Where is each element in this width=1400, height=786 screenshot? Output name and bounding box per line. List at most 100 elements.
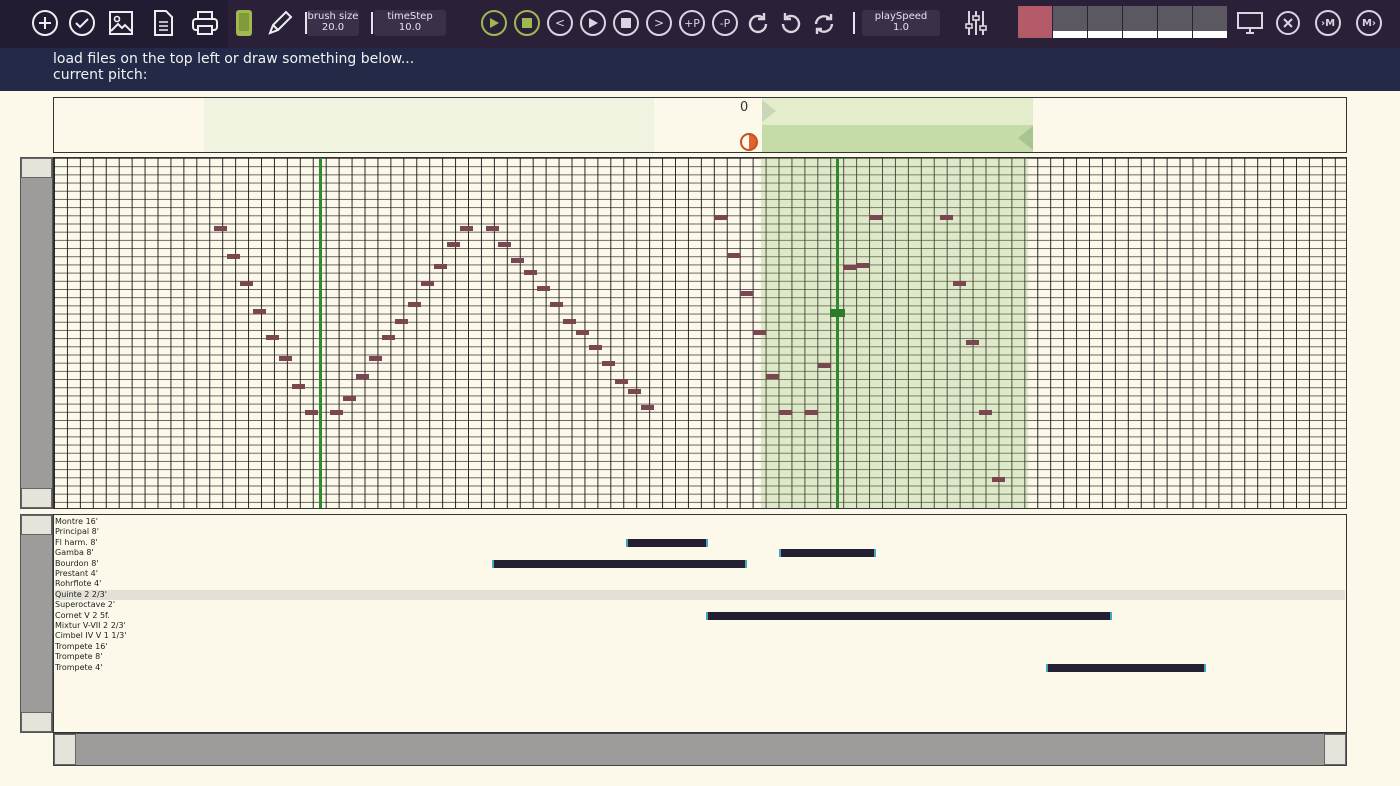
register-bar[interactable] (1046, 663, 1207, 672)
midi-out-button[interactable]: M › (1356, 10, 1382, 36)
note[interactable] (304, 410, 318, 415)
scroll-left-button[interactable] (54, 734, 76, 765)
redo-icon[interactable] (743, 9, 773, 39)
register-bar[interactable] (706, 611, 1113, 620)
brush-size-field[interactable]: brush size (307, 10, 359, 36)
note[interactable] (966, 340, 980, 345)
note[interactable] (214, 226, 228, 232)
register-row[interactable]: Montre 16' (55, 517, 1345, 527)
metronome-icon[interactable] (740, 133, 758, 151)
note[interactable] (356, 373, 370, 379)
note[interactable] (765, 373, 779, 379)
palette-slot-active[interactable] (1018, 6, 1052, 38)
note[interactable] (433, 264, 447, 270)
note[interactable] (714, 215, 728, 221)
note[interactable] (278, 355, 292, 361)
note[interactable] (940, 215, 954, 221)
register-row[interactable]: Principal 8' (55, 527, 1345, 537)
register-bar[interactable] (626, 538, 708, 547)
time-step-input[interactable] (374, 22, 446, 33)
register-row[interactable]: Gamba 8' (55, 548, 1345, 558)
register-row[interactable]: Quinte 2 2/3' (55, 589, 1345, 601)
note[interactable] (252, 308, 266, 314)
palette-slot[interactable] (1193, 6, 1227, 38)
horizontal-scrollbar[interactable] (53, 733, 1347, 766)
note[interactable] (614, 378, 628, 384)
note[interactable] (291, 383, 305, 389)
print-icon[interactable] (190, 8, 220, 38)
note[interactable] (511, 258, 525, 264)
play-speed-field[interactable]: playSpeed (862, 10, 940, 36)
brush-size-input[interactable] (307, 22, 359, 33)
note[interactable] (588, 345, 602, 351)
selection-region[interactable] (760, 158, 1029, 508)
time-step-field[interactable]: timeStep (374, 10, 446, 36)
note[interactable] (395, 319, 409, 324)
note[interactable] (550, 301, 564, 307)
check-icon[interactable] (67, 8, 97, 38)
play-speed-input[interactable] (862, 22, 940, 33)
note[interactable] (817, 362, 831, 368)
pencil-icon[interactable] (265, 8, 295, 38)
stop-button[interactable] (613, 10, 639, 36)
register-scrollbar[interactable] (20, 514, 53, 733)
note[interactable] (640, 404, 654, 410)
register-bar[interactable] (491, 559, 747, 568)
scroll-right-button[interactable] (1324, 734, 1346, 765)
palette-slot[interactable] (1053, 6, 1087, 38)
register-row[interactable]: Prestant 4' (55, 569, 1345, 579)
palette-slot[interactable] (1123, 6, 1157, 38)
add-icon[interactable] (30, 8, 60, 38)
note[interactable] (382, 334, 396, 340)
overview-timeline[interactable]: 0 (53, 97, 1347, 153)
next-button[interactable]: > (646, 10, 672, 36)
note[interactable] (727, 253, 741, 259)
note[interactable] (343, 396, 357, 401)
note[interactable] (627, 389, 641, 394)
note[interactable] (869, 215, 883, 221)
palette-slot[interactable] (1088, 6, 1122, 38)
note[interactable] (979, 410, 993, 415)
note[interactable] (843, 264, 857, 270)
note[interactable] (485, 226, 499, 232)
note[interactable] (752, 329, 766, 335)
note[interactable] (856, 263, 870, 268)
register-row[interactable]: Rohrflote 4' (55, 579, 1345, 589)
register-scroll-up-button[interactable] (21, 515, 52, 535)
note[interactable] (524, 270, 538, 275)
record-stop-button[interactable] (514, 10, 540, 36)
overview-range-active[interactable] (762, 125, 1033, 152)
note[interactable] (575, 329, 589, 335)
image-icon[interactable] (106, 8, 136, 38)
remove-pattern-button[interactable]: -P (712, 10, 738, 36)
register-scroll-down-button[interactable] (21, 712, 52, 732)
note[interactable] (563, 319, 577, 324)
close-icon[interactable] (1273, 8, 1303, 38)
register-bar[interactable] (778, 549, 876, 558)
note[interactable] (778, 410, 792, 415)
note[interactable] (227, 254, 241, 260)
playhead-line[interactable] (835, 158, 839, 508)
register-row[interactable]: Cimbel IV V 1 1/3' (55, 631, 1345, 641)
note[interactable] (369, 355, 383, 361)
scroll-up-button[interactable] (21, 158, 52, 178)
register-lanes[interactable]: Montre 16' Principal 8' Fl harm. 8' Gamba 8… (53, 514, 1347, 733)
note[interactable] (953, 280, 967, 286)
note[interactable] (740, 291, 754, 296)
playhead-line[interactable] (318, 158, 322, 508)
start-marker-icon[interactable] (762, 100, 776, 122)
register-row[interactable]: Superoctave 2' (55, 600, 1345, 610)
register-row[interactable]: Cornet V 2 5f. (55, 611, 1345, 621)
previous-button[interactable]: < (547, 10, 573, 36)
palette-slot[interactable] (1158, 6, 1192, 38)
note[interactable] (601, 361, 615, 366)
note[interactable] (265, 334, 279, 340)
mixer-sliders-icon[interactable] (961, 8, 991, 38)
monitor-icon[interactable] (1235, 8, 1265, 38)
loop-icon[interactable] (809, 9, 839, 39)
note-grid[interactable] (53, 157, 1347, 509)
register-row[interactable]: Trompete 8' (55, 652, 1345, 662)
note[interactable] (420, 281, 434, 287)
note[interactable] (498, 242, 512, 247)
note[interactable] (459, 226, 473, 232)
